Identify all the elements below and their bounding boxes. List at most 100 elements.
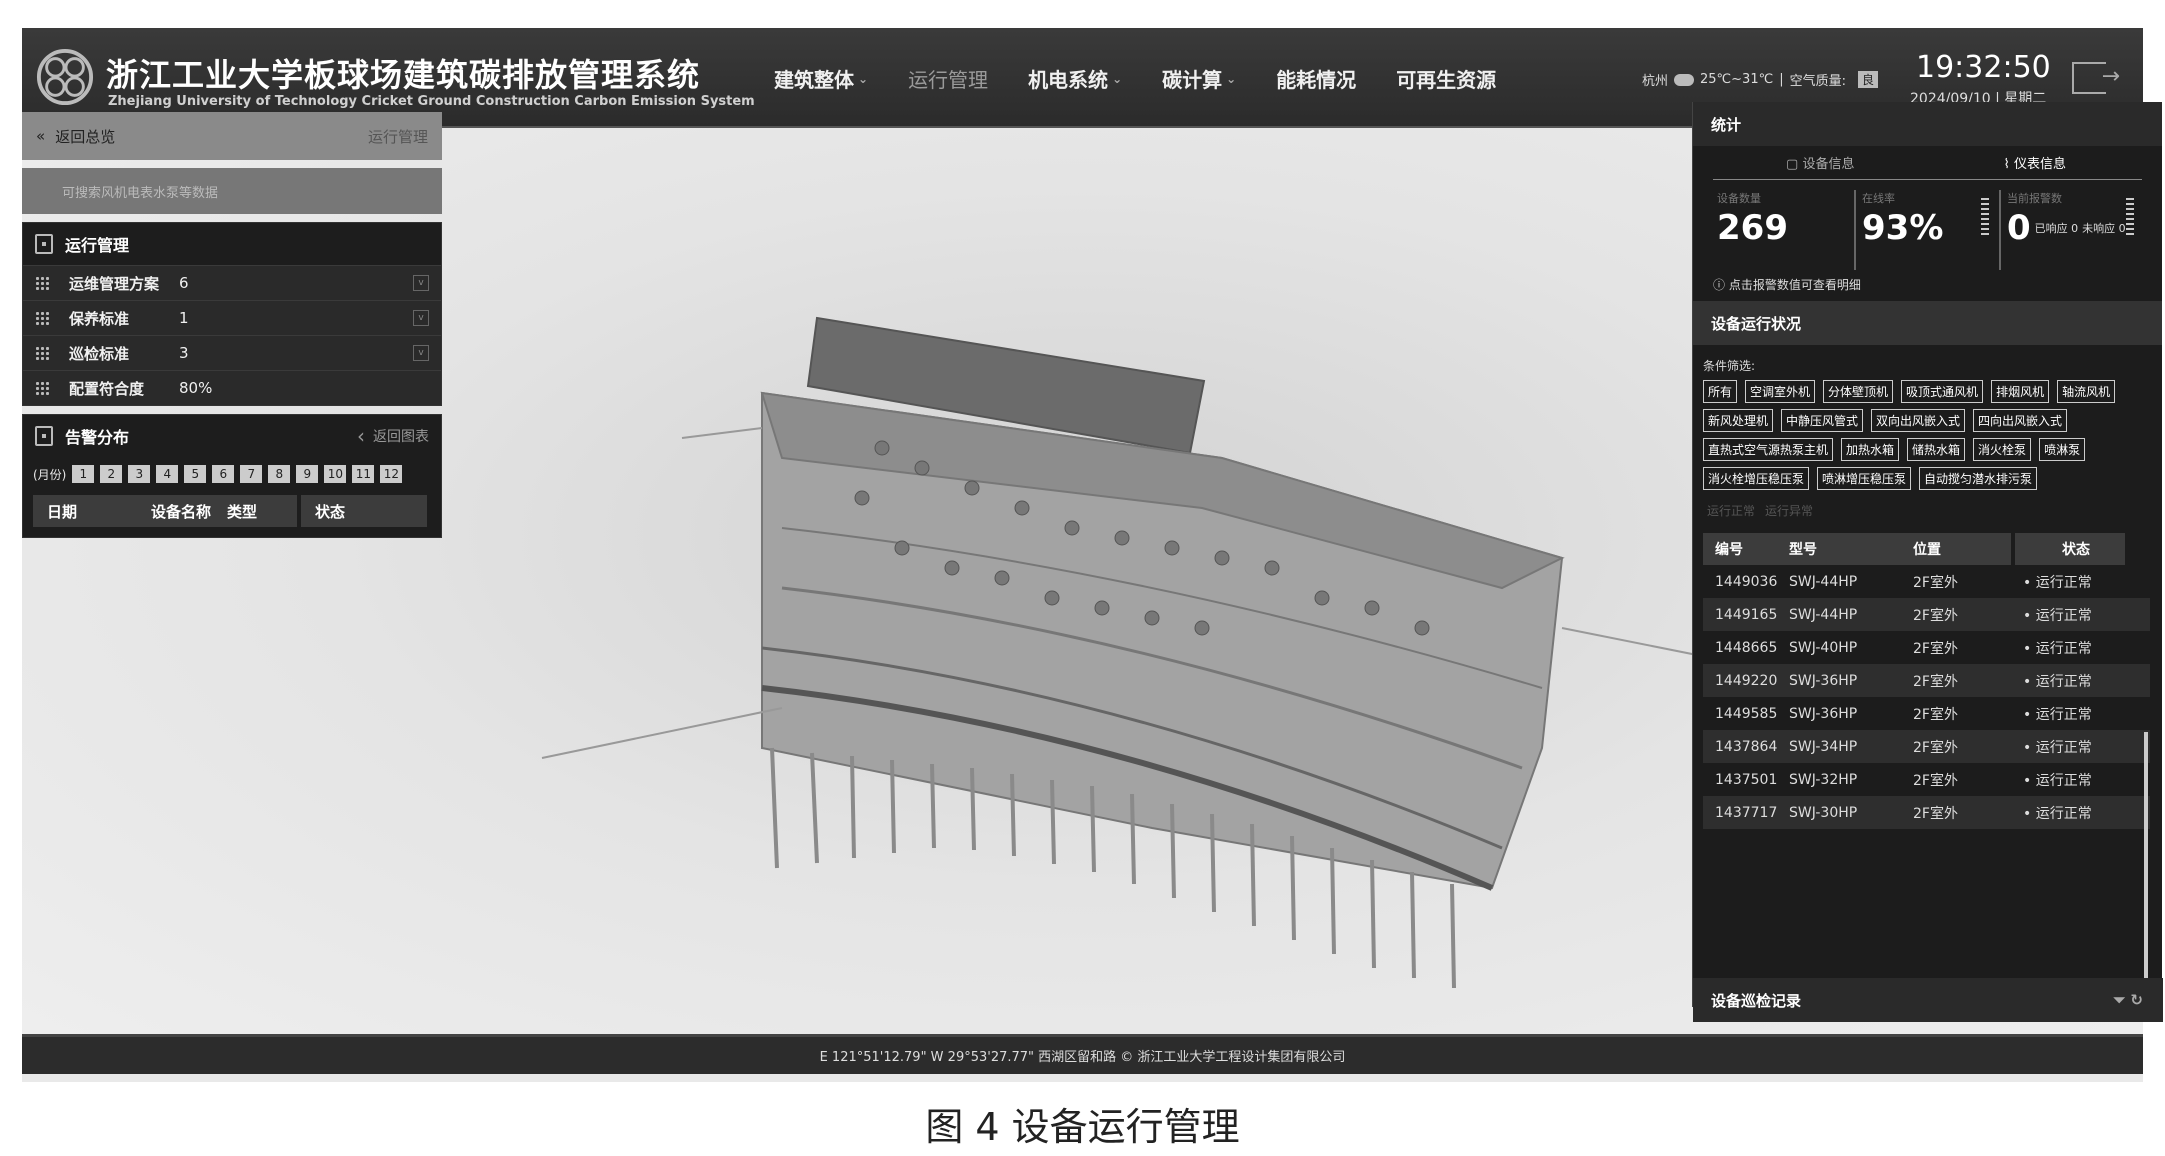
table-row[interactable]: 1449165 SWJ-44HP 2F室外 • 运行正常 — [1703, 598, 2150, 631]
logout-icon[interactable] — [2072, 62, 2120, 94]
cell-loc: 2F室外 — [1913, 772, 1958, 789]
grid-icon — [35, 381, 51, 395]
back-to-chart-button[interactable]: ‹ 返回图表 — [357, 424, 429, 448]
filter-chip[interactable]: 四向出风嵌入式 — [1973, 409, 2068, 432]
cell-status: • 运行正常 — [2023, 607, 2092, 624]
search-input[interactable]: 可搜索风机电表水泵等数据 — [22, 168, 442, 214]
month-button[interactable]: 4 — [156, 465, 179, 483]
cell-status: • 运行正常 — [2023, 772, 2092, 789]
status-chip-abnormal[interactable]: 运行异常 — [1765, 502, 1813, 519]
month-button[interactable]: 9 — [296, 465, 319, 483]
stats-tabs: ▢ 设备信息 ⌇ 仪表信息 — [1713, 146, 2142, 180]
table-row[interactable]: 1449585 SWJ-36HP 2F室外 • 运行正常 — [1703, 697, 2150, 730]
ops-row[interactable]: 运维管理方案 6 v — [23, 265, 441, 300]
filter-refresh-icons[interactable]: ⏷ ↻ — [2113, 991, 2143, 1009]
scrollbar[interactable] — [2144, 732, 2148, 982]
cell-model: SWJ-40HP — [1789, 639, 1858, 656]
chevron-down-icon[interactable]: v — [413, 310, 429, 326]
col-status: 状态 — [301, 495, 427, 527]
chevron-down-icon[interactable]: v — [413, 345, 429, 361]
ops-label: 运维管理方案 — [69, 274, 160, 293]
alarm-hint: ⓘ 点击报警数值可查看明细 — [1713, 278, 1861, 292]
cell-model: SWJ-44HP — [1789, 573, 1858, 590]
stats-header: 统计 — [1693, 102, 2162, 146]
nav-energy[interactable]: 能耗情况 — [1276, 64, 1356, 93]
ops-label: 巡检标准 — [69, 344, 130, 363]
back-to-overview-bar[interactable]: « 返回总览 运行管理 — [22, 112, 442, 160]
tab-device-info[interactable]: ▢ 设备信息 — [1713, 153, 1928, 172]
filter-chip[interactable]: 所有 — [1703, 380, 1738, 403]
month-button[interactable]: 11 — [352, 465, 375, 483]
filter-chip[interactable]: 喷淋泵 — [2039, 438, 2086, 461]
device-status-header: 设备运行状况 — [1693, 301, 2162, 345]
alarm-title: 告警分布 — [65, 428, 130, 447]
ops-row[interactable]: 保养标准 1 v — [23, 300, 441, 335]
tab-meter-info[interactable]: ⌇ 仪表信息 — [1928, 153, 2143, 172]
month-button[interactable]: 10 — [324, 465, 347, 483]
month-button[interactable]: 6 — [212, 465, 235, 483]
filter-chip[interactable]: 空调室外机 — [1745, 380, 1816, 403]
filter-chip[interactable]: 中静压风管式 — [1781, 409, 1864, 432]
ops-row[interactable]: 巡检标准 3 v — [23, 335, 441, 370]
month-button[interactable]: 12 — [380, 465, 403, 483]
filter-chip[interactable]: 排烟风机 — [1991, 380, 2050, 403]
level-bars-icon — [2126, 198, 2134, 238]
filter-chip[interactable]: 双向出风嵌入式 — [1871, 409, 1966, 432]
stat-label: 设备数量 — [1717, 192, 1761, 205]
alarm-table-header: 日期 设备名称 类型 状态 — [33, 495, 431, 527]
month-button[interactable]: 1 — [72, 465, 95, 483]
weather-temp: 25℃~31℃ — [1700, 72, 1774, 87]
panel-icon — [35, 234, 53, 254]
filter-chip[interactable]: 自动搅匀潜水排污泵 — [1919, 467, 2038, 490]
cell-id: 1449220 — [1715, 672, 1778, 689]
operations-title: 运行管理 — [65, 236, 130, 255]
nav-building-overall[interactable]: 建筑整体 ⌄ — [774, 64, 868, 93]
chevron-down-icon[interactable]: v — [413, 275, 429, 291]
nav-renewable[interactable]: 可再生资源 — [1396, 64, 1496, 93]
filter-chip[interactable]: 储热水箱 — [1907, 438, 1966, 461]
nav-carbon-calc[interactable]: 碳计算 ⌄ — [1162, 64, 1236, 93]
inspection-title: 设备巡检记录 — [1711, 991, 1802, 1010]
filter-chip[interactable]: 分体壁顶机 — [1823, 380, 1894, 403]
table-row[interactable]: 1437501 SWJ-32HP 2F室外 • 运行正常 — [1703, 763, 2150, 796]
filter-chip[interactable]: 吸顶式通风机 — [1901, 380, 1984, 403]
table-row[interactable]: 1449036 SWJ-44HP 2F室外 • 运行正常 — [1703, 565, 2150, 598]
filter-chip[interactable]: 直热式空气源热泵主机 — [1703, 438, 1834, 461]
filter-chip[interactable]: 消火栓泵 — [1973, 438, 2032, 461]
table-row[interactable]: 1448665 SWJ-40HP 2F室外 • 运行正常 — [1703, 631, 2150, 664]
chevron-down-icon: ⌄ — [1112, 71, 1123, 86]
back-to-chart-label: 返回图表 — [373, 429, 429, 445]
status-chip-normal[interactable]: 运行正常 — [1707, 502, 1755, 519]
stat-value: 93% — [1862, 208, 1944, 248]
nav-mep-system[interactable]: 机电系统 ⌄ — [1028, 64, 1122, 93]
col-status: 状态 — [2015, 533, 2125, 565]
cell-status: • 运行正常 — [2023, 805, 2092, 822]
filter-chip[interactable]: 喷淋增压稳压泵 — [1817, 467, 1912, 490]
month-button[interactable]: 3 — [128, 465, 151, 483]
double-chevron-left-icon: « — [36, 127, 46, 145]
tab-label: 设备信息 — [1802, 157, 1855, 172]
aqi-badge: 良 — [1857, 71, 1878, 88]
cloud-icon — [1674, 73, 1695, 86]
stat-alarm-count[interactable]: 当前报警数 0 已响应 0 未响应 0 — [2001, 190, 2144, 270]
table-row[interactable]: 1449220 SWJ-36HP 2F室外 • 运行正常 — [1703, 664, 2150, 697]
stat-responded: 已响应 0 — [2034, 222, 2079, 235]
cell-id: 1449585 — [1715, 705, 1778, 722]
filter-chip[interactable]: 新风处理机 — [1703, 409, 1774, 432]
nav-operations[interactable]: 运行管理 — [908, 64, 988, 93]
table-row[interactable]: 1437864 SWJ-34HP 2F室外 • 运行正常 — [1703, 730, 2150, 763]
ops-value: 1 — [179, 309, 189, 327]
month-button[interactable]: 7 — [240, 465, 263, 483]
cell-status: • 运行正常 — [2023, 706, 2092, 723]
ops-row: 配置符合度 80% — [23, 370, 441, 405]
filter-chip[interactable]: 加热水箱 — [1841, 438, 1900, 461]
table-row[interactable]: 1437717 SWJ-30HP 2F室外 • 运行正常 — [1703, 796, 2150, 829]
cell-id: 1448665 — [1715, 639, 1778, 656]
chevron-left-icon: ‹ — [357, 424, 365, 448]
filter-chip[interactable]: 消火栓增压稳压泵 — [1703, 467, 1810, 490]
month-button[interactable]: 8 — [268, 465, 291, 483]
month-button[interactable]: 5 — [184, 465, 207, 483]
left-panel: « 返回总览 运行管理 可搜索风机电表水泵等数据 运行管理 运维管理方案 6 v 保养… — [22, 112, 442, 538]
filter-chip[interactable]: 轴流风机 — [2057, 380, 2116, 403]
month-button[interactable]: 2 — [100, 465, 123, 483]
